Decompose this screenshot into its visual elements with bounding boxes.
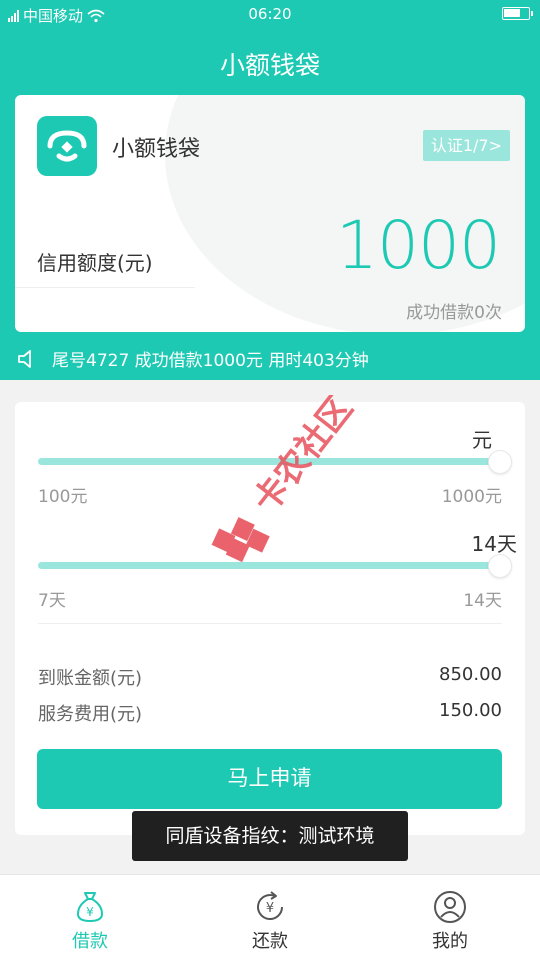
tab-repay-label: 还款 xyxy=(252,931,288,952)
notice-bar: 尾号4727 成功借款1000元 用时403分钟 xyxy=(16,346,369,371)
days-max-label: 14天 xyxy=(463,591,502,611)
status-bar: 中国移动 06:20 xyxy=(0,0,540,30)
notice-text: 尾号4727 成功借款1000元 用时403分钟 xyxy=(52,351,369,371)
credit-limit-value: 1000 xyxy=(336,207,501,284)
tab-borrow-label: 借款 xyxy=(72,931,108,952)
amount-max-label: 1000元 xyxy=(441,487,502,507)
app-name: 小额钱袋 xyxy=(112,137,201,162)
service-fee-value: 150.00 xyxy=(439,700,502,721)
repay-icon: ¥ xyxy=(257,891,283,921)
apply-button[interactable]: 马上申请 xyxy=(37,749,502,809)
received-amount-label: 到账金额(元) xyxy=(38,668,143,689)
header: 小额钱袋 小额钱袋 认证1/7> 信用额度(元) 1000 成功借款0次 尾号4… xyxy=(0,30,540,380)
amount-slider[interactable] xyxy=(38,450,512,474)
tab-mine[interactable]: 我的 xyxy=(360,875,540,960)
tab-borrow[interactable]: ¥ 借款 xyxy=(0,875,180,960)
battery-icon xyxy=(502,7,533,20)
credit-limit-label: 信用额度(元) xyxy=(37,251,153,275)
credit-card: 小额钱袋 认证1/7> 信用额度(元) 1000 成功借款0次 xyxy=(15,95,525,332)
card-divider xyxy=(15,287,195,288)
days-slider[interactable] xyxy=(38,554,512,578)
amount-value-label: 元 xyxy=(472,428,492,452)
verify-button[interactable]: 认证1/7> xyxy=(422,130,510,161)
status-time: 06:20 xyxy=(248,5,292,23)
user-icon xyxy=(434,891,466,923)
received-amount-value: 850.00 xyxy=(439,664,502,685)
svg-text:¥: ¥ xyxy=(266,901,274,916)
amount-slider-handle[interactable] xyxy=(488,450,512,474)
toast-message: 同盾设备指纹：测试环境 xyxy=(132,811,408,861)
money-bag-icon: ¥ xyxy=(76,892,104,923)
app-logo-icon xyxy=(37,116,97,176)
divider xyxy=(38,623,502,624)
days-slider-handle[interactable] xyxy=(488,554,512,578)
tab-bar: ¥ 借款 ¥ 还款 我的 xyxy=(0,874,540,960)
tab-repay[interactable]: ¥ 还款 xyxy=(180,875,360,960)
loan-panel: 元 100元 1000元 14天 7天 14天 到账金额(元) 850.00 服… xyxy=(15,402,525,835)
amount-min-label: 100元 xyxy=(38,487,88,507)
days-min-label: 7天 xyxy=(38,591,66,611)
speaker-icon xyxy=(18,349,31,368)
service-fee-label: 服务费用(元) xyxy=(38,704,143,725)
tab-mine-label: 我的 xyxy=(432,931,468,952)
page-title: 小额钱袋 xyxy=(219,51,320,80)
days-value-label: 14天 xyxy=(471,532,517,556)
svg-text:¥: ¥ xyxy=(86,905,94,919)
loan-count: 成功借款0次 xyxy=(406,303,502,323)
